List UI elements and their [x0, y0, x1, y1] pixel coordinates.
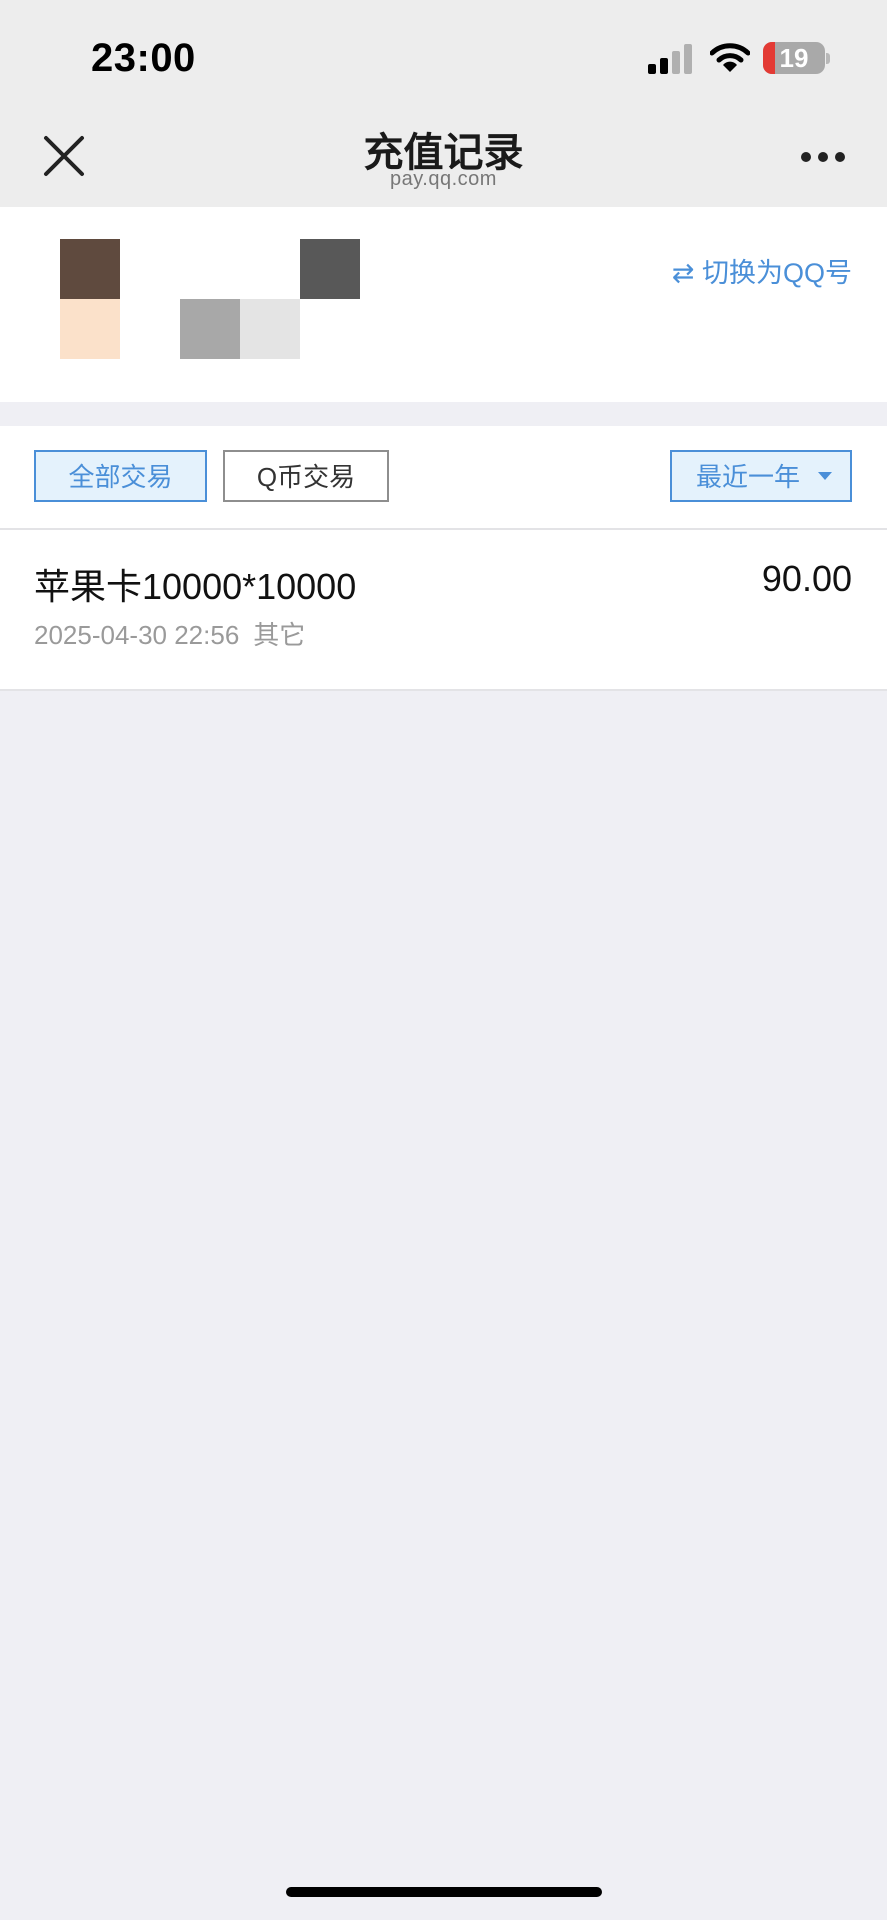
battery-level: 19: [779, 43, 809, 73]
switch-to-qq-link[interactable]: ⇄ 切换为QQ号: [672, 251, 852, 290]
avatar: [60, 239, 360, 359]
battery-icon: 19: [763, 42, 825, 74]
avatar-block: [60, 239, 120, 299]
avatar-block: [240, 299, 300, 359]
status-bar: 23:00 19: [0, 0, 887, 104]
record-amount: 90.00: [761, 558, 852, 599]
page-domain: pay.qq.com: [390, 168, 497, 190]
time-range-label: 最近一年: [696, 462, 801, 492]
time-range-dropdown[interactable]: 最近一年: [670, 450, 852, 502]
wifi-icon: [710, 43, 750, 72]
filter-qcoin-button[interactable]: Q币交易: [223, 450, 389, 502]
home-indicator[interactable]: [286, 1887, 602, 1897]
nav-bar: 充值记录 pay.qq.com: [0, 104, 887, 207]
record-title: 苹果卡10000*10000: [34, 566, 357, 607]
avatar-block: [300, 239, 360, 299]
more-icon[interactable]: [800, 150, 846, 164]
record-datetime: 2025-04-30 22:56: [34, 620, 240, 650]
divider: [0, 689, 887, 691]
filter-bar: 全部交易 Q币交易 最近一年: [0, 426, 887, 529]
status-time: 23:00: [91, 36, 196, 80]
cellular-signal-icon: [648, 44, 692, 74]
caret-down-icon: [818, 472, 832, 480]
avatar-block: [180, 299, 240, 359]
account-card: ⇄ 切换为QQ号: [0, 207, 887, 402]
record-meta: 2025-04-30 22:56 其它: [34, 615, 305, 652]
record-category: 其它: [253, 620, 306, 650]
list-item[interactable]: 苹果卡10000*10000 90.00 2025-04-30 22:56 其它: [0, 530, 887, 689]
battery-cap: [826, 53, 830, 64]
avatar-block: [60, 299, 120, 359]
filter-all-button[interactable]: 全部交易: [34, 450, 207, 502]
